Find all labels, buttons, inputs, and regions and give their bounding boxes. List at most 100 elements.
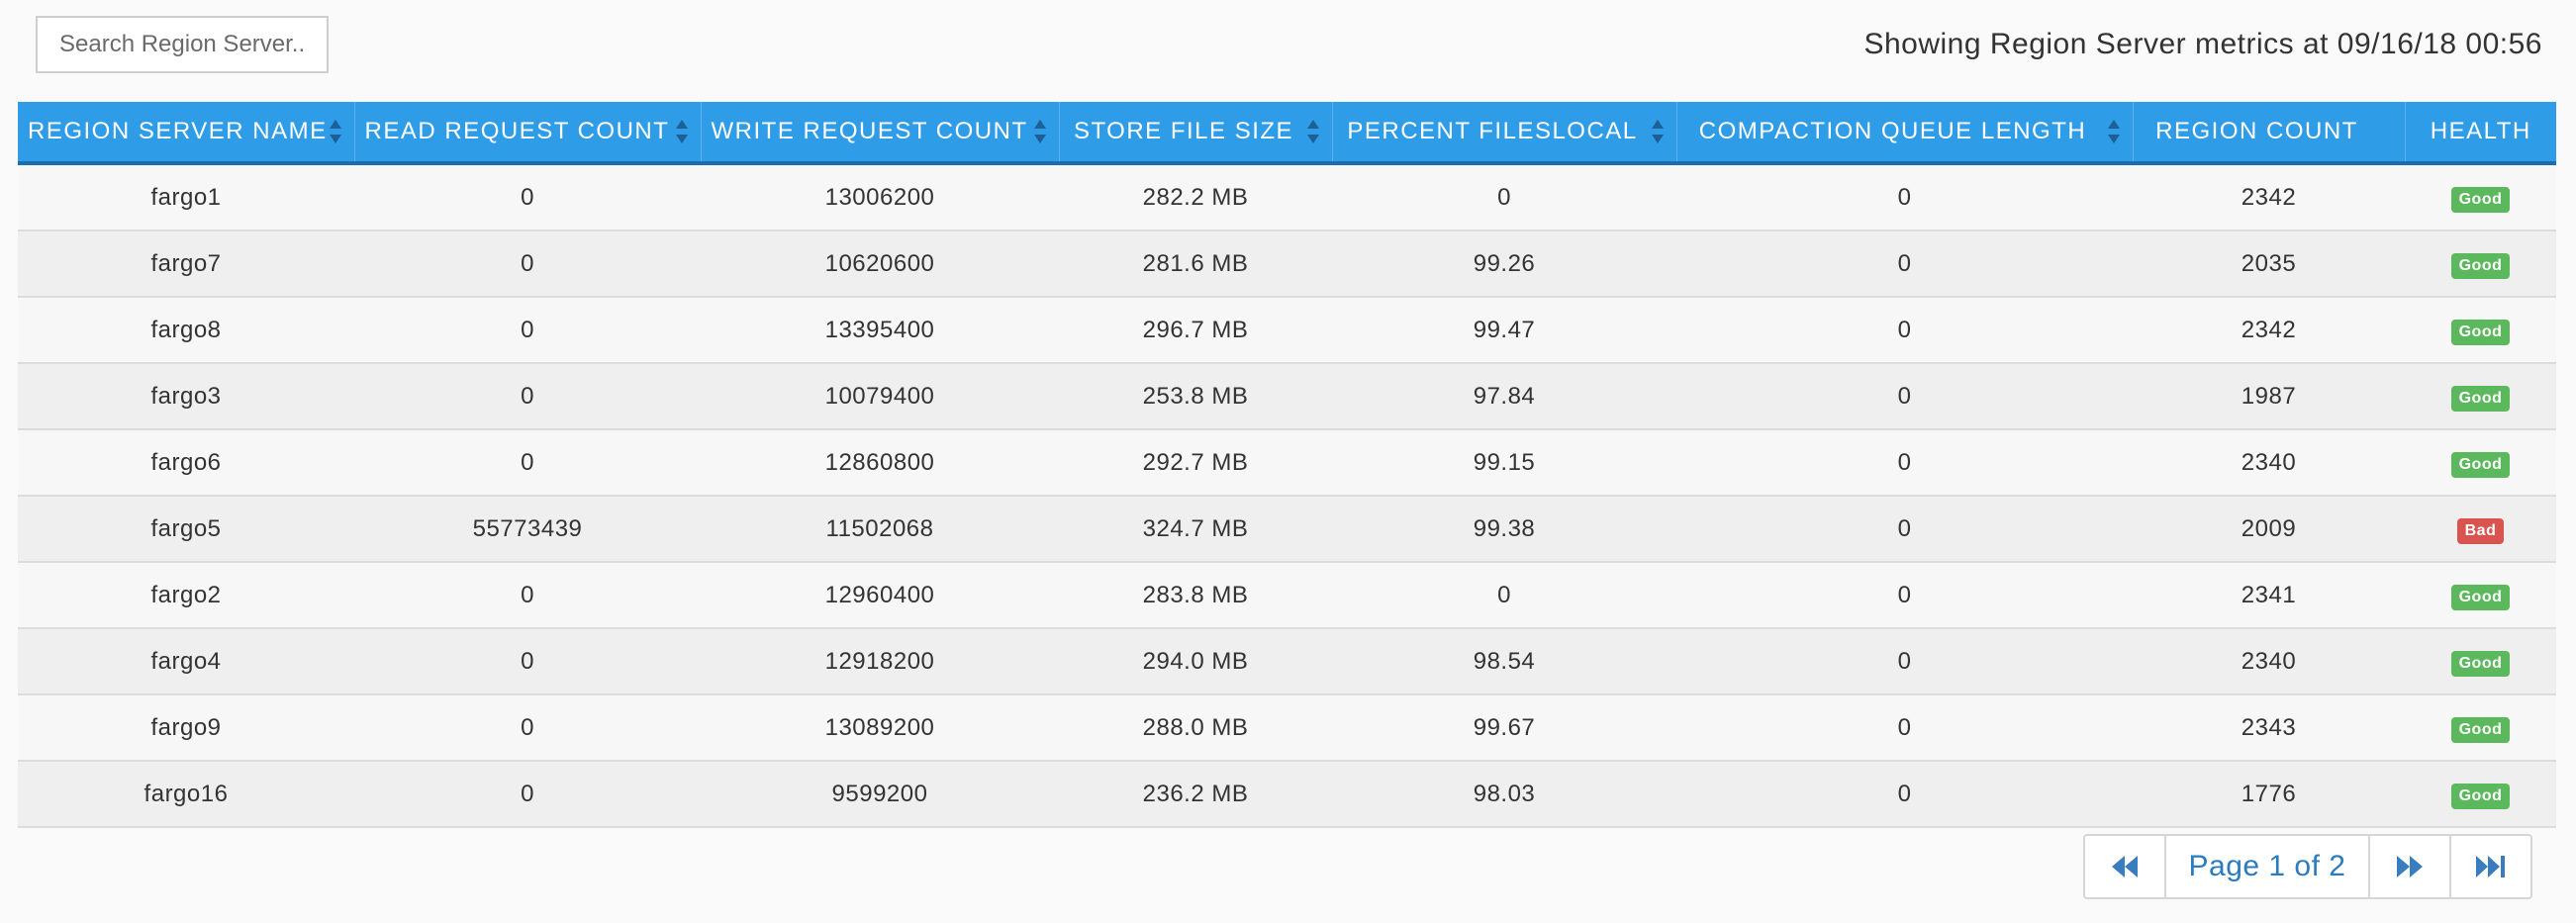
percent-fileslocal-cell: 99.47 <box>1332 297 1676 364</box>
percent-fileslocal-cell: 0 <box>1332 163 1676 231</box>
first-page-button[interactable] <box>2085 836 2166 897</box>
region-count-cell: 2035 <box>2133 231 2405 298</box>
write-request-count-cell: 13395400 <box>701 297 1059 364</box>
column-header-store-file-size[interactable]: STORE FILE SIZE <box>1059 102 1333 165</box>
server-name-cell: fargo16 <box>18 761 354 828</box>
metrics-timestamp: Showing Region Server metrics at 09/16/1… <box>1863 28 2542 60</box>
health-badge: Bad <box>2456 517 2505 544</box>
sort-icon[interactable] <box>1651 119 1665 144</box>
column-header-label: REGION SERVER NAME <box>28 118 328 144</box>
write-request-count-cell: 12860800 <box>701 429 1059 497</box>
health-badge: Good <box>2450 451 2511 478</box>
server-name-cell: fargo8 <box>18 297 354 364</box>
health-cell: Good <box>2405 761 2556 828</box>
health-cell: Good <box>2405 297 2556 364</box>
compaction-queue-length-cell: 0 <box>1676 429 2133 497</box>
health-badge: Good <box>2450 385 2511 412</box>
server-name-cell: fargo6 <box>18 429 354 497</box>
column-header-label: PERCENT FILESLOCAL <box>1347 118 1638 144</box>
read-request-count-cell: 0 <box>354 163 701 231</box>
column-header-label: WRITE REQUEST COUNT <box>711 118 1028 144</box>
read-request-count-cell: 0 <box>354 761 701 828</box>
percent-fileslocal-cell: 99.67 <box>1332 694 1676 762</box>
skip-to-end-icon <box>2476 856 2505 877</box>
read-request-count-cell: 0 <box>354 231 701 298</box>
sort-icon[interactable] <box>329 119 342 144</box>
region-count-cell: 2343 <box>2133 694 2405 762</box>
health-badge: Good <box>2450 783 2511 809</box>
read-request-count-cell: 0 <box>354 297 701 364</box>
read-request-count-cell: 0 <box>354 429 701 497</box>
server-name-cell: fargo3 <box>18 363 354 430</box>
percent-fileslocal-cell: 98.54 <box>1332 628 1676 695</box>
table-row: fargo5 55773439 11502068 324.7 MB 99.38 0 2009… <box>18 496 2556 563</box>
health-badge: Good <box>2450 584 2511 610</box>
table-row: fargo3 0 10079400 253.8 MB 97.84 0 1987 Good <box>18 363 2556 430</box>
percent-fileslocal-cell: 99.26 <box>1332 231 1676 298</box>
sort-icon[interactable] <box>1033 119 1047 144</box>
sort-icon[interactable] <box>2107 119 2121 144</box>
write-request-count-cell: 11502068 <box>701 496 1059 563</box>
table-row: fargo6 0 12860800 292.7 MB 99.15 0 2340 Good <box>18 429 2556 497</box>
table-row: fargo9 0 13089200 288.0 MB 99.67 0 2343 Good <box>18 694 2556 762</box>
write-request-count-cell: 12960400 <box>701 562 1059 629</box>
next-page-button[interactable] <box>2370 836 2451 897</box>
read-request-count-cell: 0 <box>354 694 701 762</box>
percent-fileslocal-cell: 99.38 <box>1332 496 1676 563</box>
table-row: fargo1 0 13006200 282.2 MB 0 0 2342 Good <box>18 163 2556 231</box>
store-file-size-cell: 283.8 MB <box>1059 562 1332 629</box>
search-input[interactable] <box>36 16 329 73</box>
fast-forward-icon <box>2397 856 2423 877</box>
compaction-queue-length-cell: 0 <box>1676 496 2133 563</box>
column-header-compaction-queue-length[interactable]: COMPACTION QUEUE LENGTH <box>1676 102 2134 165</box>
compaction-queue-length-cell: 0 <box>1676 761 2133 828</box>
column-header-read-request-count[interactable]: READ REQUEST COUNT <box>354 102 702 165</box>
compaction-queue-length-cell: 0 <box>1676 694 2133 762</box>
column-header-write-request-count[interactable]: WRITE REQUEST COUNT <box>701 102 1060 165</box>
compaction-queue-length-cell: 0 <box>1676 163 2133 231</box>
write-request-count-cell: 10079400 <box>701 363 1059 430</box>
health-badge: Good <box>2450 252 2511 279</box>
column-header-region-server-name[interactable]: REGION SERVER NAME <box>18 102 355 165</box>
write-request-count-cell: 10620600 <box>701 231 1059 298</box>
store-file-size-cell: 253.8 MB <box>1059 363 1332 430</box>
column-header-label: COMPACTION QUEUE LENGTH <box>1698 118 2087 144</box>
table-row: fargo8 0 13395400 296.7 MB 99.47 0 2342 Good <box>18 297 2556 364</box>
table-row: fargo16 0 9599200 236.2 MB 98.03 0 1776 Good <box>18 761 2556 828</box>
sort-icon[interactable] <box>1306 119 1320 144</box>
column-header-health: HEALTH <box>2405 102 2556 165</box>
read-request-count-cell: 0 <box>354 363 701 430</box>
store-file-size-cell: 281.6 MB <box>1059 231 1332 298</box>
pagination: Page 1 of 2 <box>2083 834 2532 899</box>
sort-icon[interactable] <box>675 119 689 144</box>
region-count-cell: 2009 <box>2133 496 2405 563</box>
store-file-size-cell: 296.7 MB <box>1059 297 1332 364</box>
health-badge: Good <box>2450 186 2511 213</box>
server-name-cell: fargo1 <box>18 163 354 231</box>
server-name-cell: fargo9 <box>18 694 354 762</box>
store-file-size-cell: 324.7 MB <box>1059 496 1332 563</box>
last-page-button[interactable] <box>2451 836 2530 897</box>
health-cell: Good <box>2405 429 2556 497</box>
region-count-cell: 2342 <box>2133 297 2405 364</box>
health-cell: Good <box>2405 163 2556 231</box>
table-row: fargo7 0 10620600 281.6 MB 99.26 0 2035 Good <box>18 231 2556 298</box>
page-indicator: Page 1 of 2 <box>2166 836 2370 897</box>
server-name-cell: fargo7 <box>18 231 354 298</box>
server-name-cell: fargo2 <box>18 562 354 629</box>
health-badge: Good <box>2450 716 2511 743</box>
percent-fileslocal-cell: 99.15 <box>1332 429 1676 497</box>
region-count-cell: 1987 <box>2133 363 2405 430</box>
column-header-percent-fileslocal[interactable]: PERCENT FILESLOCAL <box>1332 102 1677 165</box>
region-count-cell: 2340 <box>2133 628 2405 695</box>
table-row: fargo4 0 12918200 294.0 MB 98.54 0 2340 Good <box>18 628 2556 695</box>
compaction-queue-length-cell: 0 <box>1676 363 2133 430</box>
health-badge: Good <box>2450 319 2511 345</box>
read-request-count-cell: 0 <box>354 628 701 695</box>
health-cell: Good <box>2405 363 2556 430</box>
region-server-table: REGION SERVER NAME READ REQUEST COUNT WRIT… <box>18 102 2556 828</box>
write-request-count-cell: 12918200 <box>701 628 1059 695</box>
compaction-queue-length-cell: 0 <box>1676 231 2133 298</box>
rewind-icon <box>2112 856 2138 877</box>
read-request-count-cell: 0 <box>354 562 701 629</box>
